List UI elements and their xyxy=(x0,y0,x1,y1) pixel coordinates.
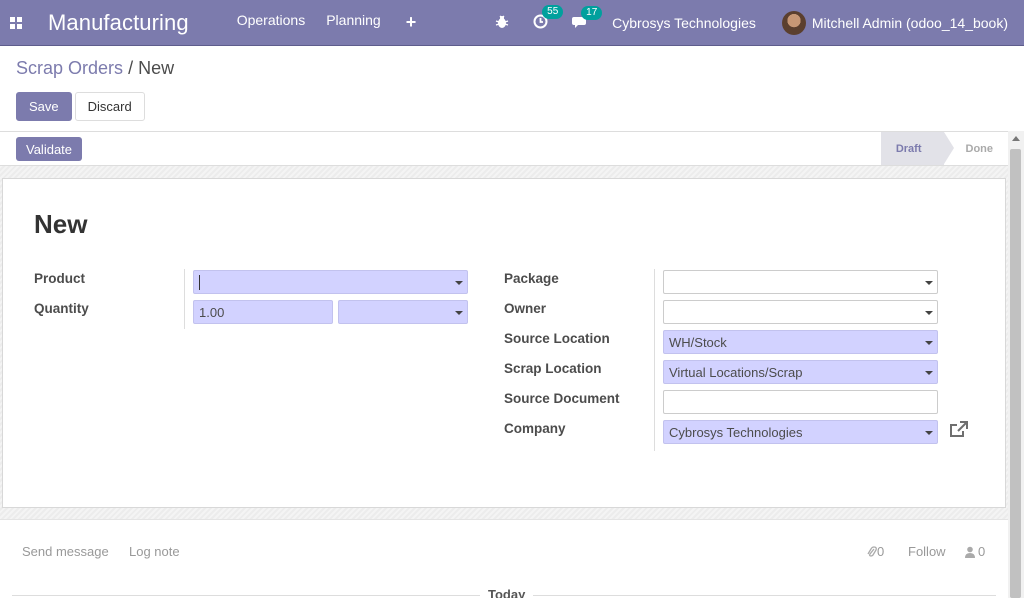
chevron-down-icon[interactable] xyxy=(925,311,933,315)
source-location-label: Source Location xyxy=(504,331,610,346)
chevron-down-icon[interactable] xyxy=(455,311,463,315)
chevron-down-icon[interactable] xyxy=(455,281,463,285)
chevron-down-icon[interactable] xyxy=(925,431,933,435)
user-avatar[interactable] xyxy=(781,11,806,35)
external-link-icon[interactable] xyxy=(949,421,969,442)
chevron-down-icon[interactable] xyxy=(925,281,933,285)
user-icon xyxy=(965,546,975,558)
attachments-button[interactable]: 0 xyxy=(867,544,884,559)
record-title: New xyxy=(34,209,88,239)
log-note-button[interactable]: Log note xyxy=(129,544,180,559)
product-field[interactable] xyxy=(193,270,468,294)
product-label: Product xyxy=(34,271,86,286)
scroll-up-icon[interactable] xyxy=(1012,136,1020,141)
plus-icon[interactable]: + xyxy=(406,12,417,33)
systray: 55 17 Cybrosys Technologies Mitchell Adm… xyxy=(495,0,1024,46)
validate-button[interactable]: Validate xyxy=(16,137,83,161)
breadcrumb: Scrap Orders / New xyxy=(16,58,174,79)
statusbar: Validate Draft Done xyxy=(0,131,1008,166)
scrollbar-thumb[interactable] xyxy=(1010,149,1021,598)
source-location-field[interactable]: WH/Stock xyxy=(663,330,938,354)
user-menu[interactable]: Mitchell Admin (odoo_14_book) xyxy=(812,15,1008,31)
save-button[interactable]: Save xyxy=(16,92,72,121)
followers-button[interactable]: 0 xyxy=(965,544,985,559)
today-label: Today xyxy=(480,587,534,598)
chevron-down-icon[interactable] xyxy=(925,371,933,375)
breadcrumb-separator: / xyxy=(128,58,134,78)
company-switcher[interactable]: Cybrosys Technologies xyxy=(612,15,756,31)
chatter: Send message Log note 0 Follow 0 Today xyxy=(0,519,1008,598)
top-navbar: Manufacturing Operations Planning + 55 1… xyxy=(0,0,1024,46)
form-buttons: Save Discard xyxy=(16,92,148,121)
chevron-down-icon[interactable] xyxy=(925,341,933,345)
breadcrumb-current: New xyxy=(138,58,175,78)
right-separator xyxy=(654,269,655,451)
stage-draft: Draft xyxy=(880,132,954,165)
owner-field[interactable] xyxy=(663,300,938,324)
send-message-button[interactable]: Send message xyxy=(22,544,109,559)
scrap-location-label: Scrap Location xyxy=(504,361,602,376)
status-stages: Draft Done xyxy=(880,132,1008,165)
messages-count-badge: 17 xyxy=(581,5,603,20)
app-brand[interactable]: Manufacturing xyxy=(48,10,189,36)
source-document-field[interactable] xyxy=(663,390,938,414)
uom-field[interactable] xyxy=(338,300,468,324)
scrap-location-field[interactable]: Virtual Locations/Scrap xyxy=(663,360,938,384)
activity-clock-icon[interactable]: 55 xyxy=(533,5,564,32)
owner-label: Owner xyxy=(504,301,547,316)
activity-count-badge: 55 xyxy=(542,5,564,19)
bug-icon[interactable] xyxy=(495,15,509,32)
follow-button[interactable]: Follow xyxy=(908,544,946,559)
quantity-field[interactable]: 1.00 xyxy=(193,300,333,324)
main-menu: Operations Planning + xyxy=(237,12,417,33)
company-label: Company xyxy=(504,421,566,436)
text-cursor xyxy=(199,274,200,290)
scrollbar[interactable] xyxy=(1008,131,1024,598)
discard-button[interactable]: Discard xyxy=(74,92,145,121)
quantity-label: Quantity xyxy=(34,301,89,316)
paperclip-icon xyxy=(867,545,877,557)
package-label: Package xyxy=(504,271,559,286)
apps-grid-icon[interactable] xyxy=(0,0,32,46)
menu-operations[interactable]: Operations xyxy=(237,12,305,33)
company-field[interactable]: Cybrosys Technologies xyxy=(663,420,938,444)
package-field[interactable] xyxy=(663,270,938,294)
form-sheet: New Product Quantity 1.00 Package Owner … xyxy=(2,178,1006,508)
menu-planning[interactable]: Planning xyxy=(326,12,381,33)
breadcrumb-scrap-orders[interactable]: Scrap Orders xyxy=(16,58,123,78)
source-document-label: Source Document xyxy=(504,391,620,406)
left-separator xyxy=(184,269,185,329)
messages-icon[interactable]: 17 xyxy=(572,5,603,32)
